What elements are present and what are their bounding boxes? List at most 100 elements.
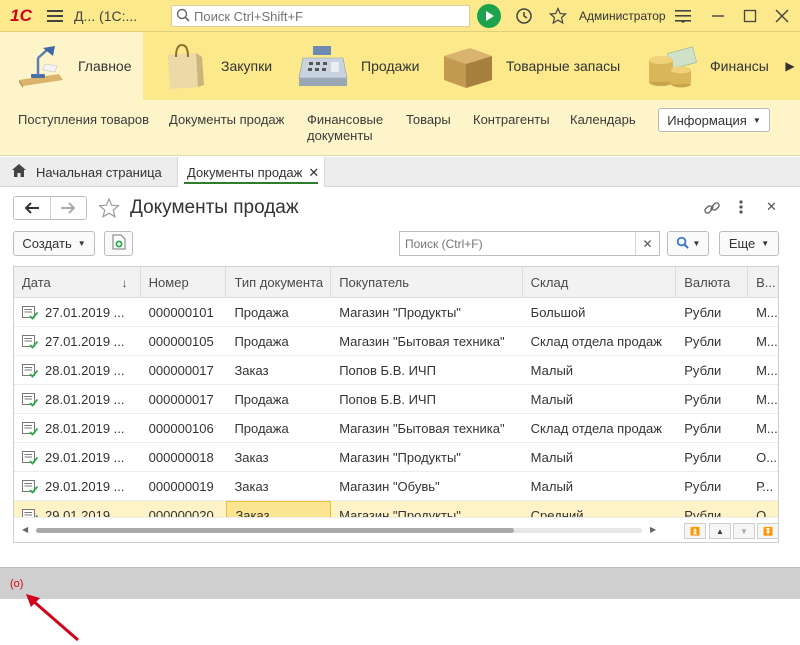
- section-sales[interactable]: Продажи: [283, 32, 428, 100]
- settings-menu-icon[interactable]: [669, 0, 697, 32]
- create-based-on-button[interactable]: [104, 231, 133, 256]
- back-arrow-icon[interactable]: [14, 197, 51, 219]
- cell-number[interactable]: 000000018: [141, 443, 227, 472]
- page-up-icon[interactable]: ▲: [709, 523, 731, 539]
- link-icon[interactable]: [703, 199, 721, 220]
- cell-warehouse[interactable]: Склад отдела продаж: [523, 327, 677, 356]
- cell-currency[interactable]: Рубли: [676, 298, 748, 327]
- global-search-input[interactable]: [194, 8, 464, 24]
- section-purchases[interactable]: Закупки: [143, 32, 283, 100]
- func-link-goods[interactable]: Товары: [406, 112, 451, 128]
- table-row[interactable]: 28.01.2019 ... 000000017 Заказ Попов Б.В. И…: [14, 356, 778, 385]
- cell-doc-type[interactable]: Продажа: [226, 385, 331, 414]
- list-search-input[interactable]: [400, 236, 636, 251]
- cell-warehouse[interactable]: Малый: [523, 385, 677, 414]
- interaction-system-button[interactable]: [477, 4, 501, 28]
- cell-doc-type[interactable]: Заказ: [226, 472, 331, 501]
- func-link-sales-docs[interactable]: Документы продаж: [169, 112, 284, 128]
- cell-number[interactable]: 000000019: [141, 472, 227, 501]
- cell-doc-type[interactable]: Продажа: [226, 327, 331, 356]
- cell-doc-type[interactable]: Продажа: [226, 414, 331, 443]
- cell-buyer[interactable]: Попов Б.В. ИЧП: [331, 385, 522, 414]
- cell-extra[interactable]: Р...: [748, 472, 778, 501]
- table-row[interactable]: 27.01.2019 ... 000000101 Продажа Магазин "П…: [14, 298, 778, 327]
- cell-number[interactable]: 000000017: [141, 385, 227, 414]
- cell-currency[interactable]: Рубли: [676, 472, 748, 501]
- func-link-receipts[interactable]: Поступления товаров: [18, 112, 149, 128]
- close-tab-icon[interactable]: ✕: [308, 165, 319, 181]
- section-inventory[interactable]: Товарные запасы: [428, 32, 632, 100]
- cell-date[interactable]: 29.01.2019 ...: [14, 472, 141, 501]
- table-row[interactable]: 29.01.2019 ... 000000018 Заказ Магазин "Про…: [14, 443, 778, 472]
- maximize-icon[interactable]: [736, 0, 764, 32]
- cell-date[interactable]: 27.01.2019 ...: [14, 327, 141, 356]
- more-actions-icon[interactable]: [738, 199, 744, 218]
- table-row[interactable]: 28.01.2019 ... 000000106 Продажа Магазин "Б…: [14, 414, 778, 443]
- more-button[interactable]: Еще ▼: [719, 231, 779, 256]
- cell-date[interactable]: 29.01.2019 ...: [14, 443, 141, 472]
- list-search-field[interactable]: ✕: [399, 231, 660, 256]
- table-row[interactable]: 29.01.2019 ... 000000019 Заказ Магазин "Обу…: [14, 472, 778, 501]
- cell-buyer[interactable]: Магазин "Обувь": [331, 472, 522, 501]
- cell-extra[interactable]: М...: [748, 356, 778, 385]
- func-link-calendar[interactable]: Календарь: [570, 112, 636, 128]
- column-header-date[interactable]: Дата ↓: [14, 267, 141, 298]
- cell-date[interactable]: 28.01.2019 ...: [14, 385, 141, 414]
- func-link-finance-docs[interactable]: Финансовые документы: [307, 112, 387, 144]
- cell-buyer[interactable]: Магазин "Бытовая техника": [331, 414, 522, 443]
- status-indicator[interactable]: (o): [10, 578, 23, 590]
- column-header-currency[interactable]: Валюта: [676, 267, 749, 298]
- search-options-button[interactable]: ▼: [667, 231, 709, 256]
- cell-doc-type[interactable]: Заказ: [226, 356, 331, 385]
- column-header-buyer[interactable]: Покупатель: [331, 267, 523, 298]
- cell-number[interactable]: 000000105: [141, 327, 227, 356]
- section-finance[interactable]: Финансы: [632, 32, 780, 100]
- cell-number[interactable]: 000000017: [141, 356, 227, 385]
- cell-extra[interactable]: М...: [748, 327, 778, 356]
- favorite-star-icon[interactable]: [98, 197, 120, 222]
- clear-search-icon[interactable]: ✕: [635, 232, 659, 255]
- cell-date[interactable]: 28.01.2019 ...: [14, 356, 141, 385]
- cell-doc-type[interactable]: Заказ: [226, 443, 331, 472]
- column-header-warehouse[interactable]: Склад: [523, 267, 677, 298]
- forward-arrow-icon[interactable]: [51, 197, 87, 219]
- cell-extra[interactable]: О...: [748, 443, 778, 472]
- cell-currency[interactable]: Рубли: [676, 414, 748, 443]
- section-main[interactable]: Главное: [0, 32, 143, 100]
- cell-buyer[interactable]: Магазин "Продукты": [331, 443, 522, 472]
- cell-buyer[interactable]: Магазин "Продукты": [331, 298, 522, 327]
- cell-extra[interactable]: М...: [748, 385, 778, 414]
- create-button[interactable]: Создать ▼: [13, 231, 95, 256]
- cell-currency[interactable]: Рубли: [676, 443, 748, 472]
- cell-number[interactable]: 000000106: [141, 414, 227, 443]
- scroll-right-icon[interactable]: ▶: [650, 525, 656, 534]
- cell-currency[interactable]: Рубли: [676, 327, 748, 356]
- cell-date[interactable]: 27.01.2019 ...: [14, 298, 141, 327]
- scroll-to-bottom-icon[interactable]: ⏬: [757, 523, 778, 539]
- cell-warehouse[interactable]: Малый: [523, 443, 677, 472]
- minimize-icon[interactable]: [704, 0, 732, 32]
- scroll-track[interactable]: [36, 528, 642, 533]
- cell-warehouse[interactable]: Малый: [523, 356, 677, 385]
- cell-warehouse[interactable]: Большой: [523, 298, 677, 327]
- favorites-star-icon[interactable]: [544, 0, 572, 32]
- cell-doc-type[interactable]: Продажа: [226, 298, 331, 327]
- history-icon[interactable]: [510, 0, 538, 32]
- cell-number[interactable]: 000000101: [141, 298, 227, 327]
- cell-extra[interactable]: М...: [748, 298, 778, 327]
- column-header-number[interactable]: Номер: [141, 267, 227, 298]
- global-search-field[interactable]: [171, 5, 470, 27]
- column-header-doc-type[interactable]: Тип документа: [226, 267, 332, 298]
- current-user[interactable]: Администратор: [579, 9, 666, 23]
- page-down-icon[interactable]: ▼: [733, 523, 755, 539]
- scroll-to-top-icon[interactable]: ⏫: [684, 523, 706, 539]
- cell-buyer[interactable]: Попов Б.В. ИЧП: [331, 356, 522, 385]
- tab-home[interactable]: Начальная страница: [0, 157, 176, 187]
- cell-warehouse[interactable]: Склад отдела продаж: [523, 414, 677, 443]
- column-header-extra[interactable]: В...: [748, 267, 778, 298]
- menu-icon[interactable]: [42, 0, 68, 32]
- scroll-thumb[interactable]: [36, 528, 514, 533]
- table-row[interactable]: 27.01.2019 ... 000000105 Продажа Магазин "Б…: [14, 327, 778, 356]
- tab-sales-documents[interactable]: Документы продаж ✕: [177, 157, 325, 188]
- close-form-icon[interactable]: ✕: [766, 199, 777, 215]
